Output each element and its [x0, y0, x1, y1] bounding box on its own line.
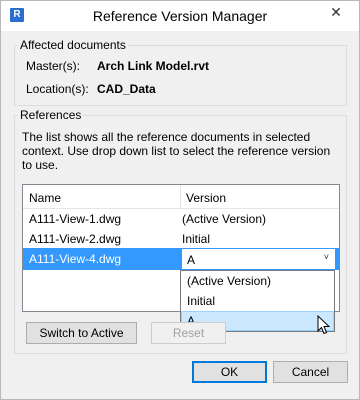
row-version: (Active Version) [182, 212, 267, 226]
close-icon: ✕ [330, 4, 342, 20]
reset-button[interactable]: Reset [151, 322, 226, 344]
column-divider[interactable] [180, 185, 181, 209]
combobox-value: A [187, 253, 196, 267]
row-name: A111-View-1.dwg [29, 212, 122, 226]
ok-button[interactable]: OK [192, 361, 267, 383]
cancel-button[interactable]: Cancel [273, 361, 348, 383]
list-header: Name Version [23, 185, 339, 209]
references-description: The list shows all the reference documen… [22, 130, 331, 172]
references-legend: References [20, 108, 82, 122]
table-row[interactable]: A111-View-2.dwg Initial [23, 229, 339, 249]
column-header-version[interactable]: Version [186, 191, 226, 205]
dropdown-option-active-version[interactable]: (Active Version) [181, 271, 334, 291]
master-value: Arch Link Model.rvt [97, 59, 210, 73]
switch-to-active-button[interactable]: Switch to Active [26, 322, 137, 344]
row-name: A111-View-4.dwg [29, 252, 122, 266]
affected-documents-legend: Affected documents [20, 38, 126, 52]
mouse-pointer-icon [317, 315, 331, 335]
row-name: A111-View-2.dwg [29, 232, 122, 246]
row-version: Initial [182, 232, 211, 246]
table-row[interactable]: A111-View-1.dwg (Active Version) [23, 209, 339, 229]
close-button[interactable]: ✕ [319, 2, 353, 23]
location-value: CAD_Data [97, 82, 156, 96]
version-combobox[interactable]: A ˅ [181, 248, 336, 270]
location-label: Location(s): [26, 82, 89, 96]
chevron-down-icon[interactable]: ˅ [324, 252, 329, 262]
master-label: Master(s): [26, 59, 80, 73]
dropdown-option-initial[interactable]: Initial [181, 291, 334, 311]
dialog-window: R Reference Version Manager ✕ Affected d… [0, 0, 360, 400]
title-bar[interactable]: R Reference Version Manager ✕ [1, 1, 359, 31]
window-title: Reference Version Manager [92, 8, 268, 24]
column-header-name[interactable]: Name [29, 191, 61, 205]
